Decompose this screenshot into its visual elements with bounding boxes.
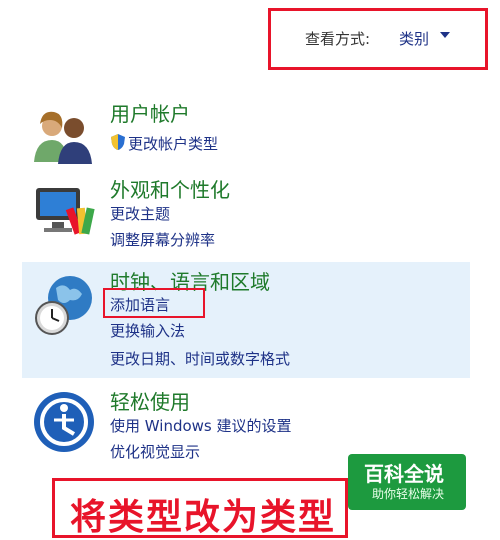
ease-of-access-title[interactable]: 轻松使用 [110, 386, 190, 415]
change-input-method-link[interactable]: 更换输入法 [110, 320, 185, 341]
watermark-title: 百科全说 [364, 462, 444, 486]
view-mode-highlight-box [268, 8, 488, 70]
clock-globe-icon [35, 276, 92, 335]
annotation-text: 将类型改为类型 [70, 497, 337, 538]
category-clock-language-region: 时钟、语言和区域 添加语言 更换输入法 更改日期、时间或数字格式 [22, 262, 470, 378]
category-user-accounts: 用户帐户 更改帐户类型 [22, 98, 470, 168]
view-mode-dropdown[interactable]: 类别 [399, 28, 429, 49]
appearance-title[interactable]: 外观和个性化 [110, 174, 230, 203]
category-appearance: 外观和个性化 更改主题 调整屏幕分辨率 [22, 172, 470, 256]
user-accounts-title[interactable]: 用户帐户 [110, 98, 190, 127]
change-account-type-link[interactable]: 更改帐户类型 [128, 133, 218, 154]
uac-shield-icon [111, 134, 125, 150]
add-language-link[interactable]: 添加语言 [110, 294, 170, 315]
recommended-settings-link[interactable]: 使用 Windows 建议的设置 [110, 415, 292, 436]
view-mode-label: 查看方式: [305, 30, 371, 48]
watermark-subtitle: 助你轻松解决 [372, 487, 445, 501]
category-ease-of-access: 轻松使用 使用 Windows 建议的设置 优化视觉显示 [22, 384, 470, 464]
adjust-resolution-link[interactable]: 调整屏幕分辨率 [110, 229, 215, 250]
user-accounts-icon [34, 111, 92, 164]
ease-of-access-icon [34, 392, 94, 452]
optimize-visual-display-link[interactable]: 优化视觉显示 [110, 441, 200, 462]
change-date-time-format-link[interactable]: 更改日期、时间或数字格式 [110, 348, 290, 369]
change-theme-link[interactable]: 更改主题 [110, 203, 170, 224]
appearance-icon [36, 188, 95, 235]
dropdown-arrow-icon[interactable] [440, 32, 450, 38]
